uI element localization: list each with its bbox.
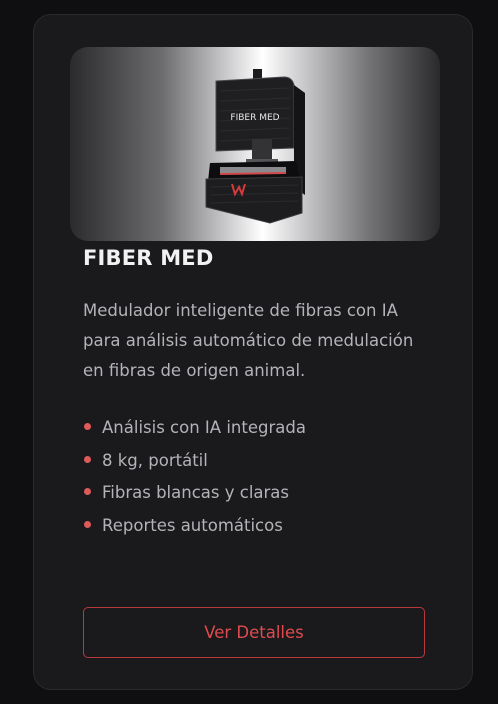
feature-list: Análisis con IA integrada 8 kg, portátil… bbox=[83, 413, 306, 543]
product-image: FIBER MED bbox=[70, 47, 440, 241]
view-details-button[interactable]: Ver Detalles bbox=[83, 607, 425, 658]
bullet-dot-icon bbox=[84, 455, 91, 463]
feature-item: Fibras blancas y claras bbox=[83, 478, 306, 511]
product-title: FIBER MED bbox=[83, 246, 214, 270]
product-card: FIBER MED FIBER MED Medulador inteligent… bbox=[33, 14, 473, 690]
product-description: Medulador inteligente de fibras con IA p… bbox=[83, 301, 414, 380]
feature-item: Reportes automáticos bbox=[83, 511, 306, 544]
bullet-dot-icon bbox=[84, 423, 91, 430]
bullet-dot-icon bbox=[84, 488, 91, 495]
feature-text: Análisis con IA integrada bbox=[102, 418, 306, 437]
feature-text: Reportes automáticos bbox=[102, 515, 283, 535]
fiber-med-device-illustration: FIBER MED bbox=[205, 69, 305, 224]
feature-item: Análisis con IA integrada bbox=[83, 413, 306, 446]
bullet-dot-icon bbox=[84, 520, 91, 528]
feature-text: Fibras blancas y claras bbox=[102, 483, 290, 502]
device-brand-text: FIBER MED bbox=[230, 113, 279, 123]
feature-item: 8 kg, portátil bbox=[83, 446, 306, 479]
feature-text: 8 kg, portátil bbox=[102, 450, 208, 470]
